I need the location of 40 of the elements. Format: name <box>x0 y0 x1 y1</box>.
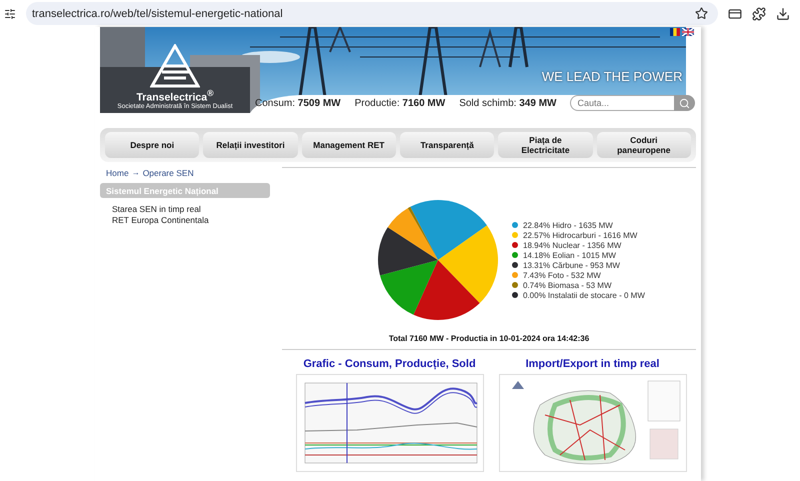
card-icon[interactable] <box>728 6 742 20</box>
breadcrumb-link[interactable]: Home <box>106 168 129 178</box>
search-button[interactable] <box>674 95 696 111</box>
puzzle-icon[interactable] <box>752 6 766 20</box>
brand-name: Transelectrica$^{®}$ <box>136 88 214 103</box>
nav-button[interactable]: Transparență <box>400 132 494 158</box>
legend-label: 13.31% Cărbune - 953 MW <box>523 260 620 270</box>
nav-button[interactable]: Despre noi <box>105 132 200 158</box>
stat-text: Consum: 7509 MW <box>255 98 341 108</box>
legend-label: 18.94% Nuclear - 1356 MW <box>523 240 622 250</box>
breadcrumb-separator: → <box>132 168 140 177</box>
legend-label: 22.57% Hidrocarburi - 1616 MW <box>523 230 638 240</box>
nav-button[interactable]: Coduri paneuropene <box>596 132 691 158</box>
flag-icon[interactable] <box>682 28 694 36</box>
legend-label: 0.74% Biomasa - 53 MW <box>523 280 612 290</box>
sidebar-heading: Sistemul Energetic Național <box>100 183 270 198</box>
section-link[interactable]: Grafic - Consum, Producție, Sold <box>303 358 476 370</box>
flag-icon[interactable] <box>670 28 680 36</box>
triangle-logo-icon <box>150 44 200 88</box>
nav-button[interactable]: Relații investitori <box>203 132 298 158</box>
address-bar[interactable]: transelectrica.ro/web/tel/sistemul-energetic-national <box>26 2 718 25</box>
nav-button[interactable]: Piața de Electricitate <box>498 132 593 158</box>
legend-label: 14.18% Eolian - 1015 MW <box>523 250 616 260</box>
sidebar-link[interactable]: Starea SEN in timp real <box>112 204 270 214</box>
nav-button[interactable]: Management RET <box>302 132 396 158</box>
total-caption: Total 7160 MW - Productia in 10-01-2024 ora 14:42:36 <box>388 334 590 343</box>
download-icon[interactable] <box>776 6 790 20</box>
legend-label: 22.84% Hidro - 1635 MW <box>523 220 613 230</box>
section-link[interactable]: Import/Export in timp real <box>526 358 660 370</box>
sidebar-link[interactable]: RET Europa Continentala <box>112 215 270 225</box>
search-icon <box>679 98 690 108</box>
stat-text: Productie: 7160 MW <box>354 98 446 108</box>
legend-label: 7.43% Foto - 532 MW <box>523 270 601 280</box>
star-icon[interactable] <box>695 7 708 20</box>
breadcrumb-link[interactable]: Operare SEN <box>142 168 194 178</box>
stat-text: Sold schimb: 349 MW <box>459 98 556 108</box>
search-field[interactable]: Cauta... <box>570 95 674 111</box>
legend-label: 0.00% Instalatii de stocare - 0 MW <box>523 290 645 300</box>
site-info-icon[interactable] <box>4 8 16 20</box>
slogan: WE LEAD THE POWER <box>542 69 682 84</box>
